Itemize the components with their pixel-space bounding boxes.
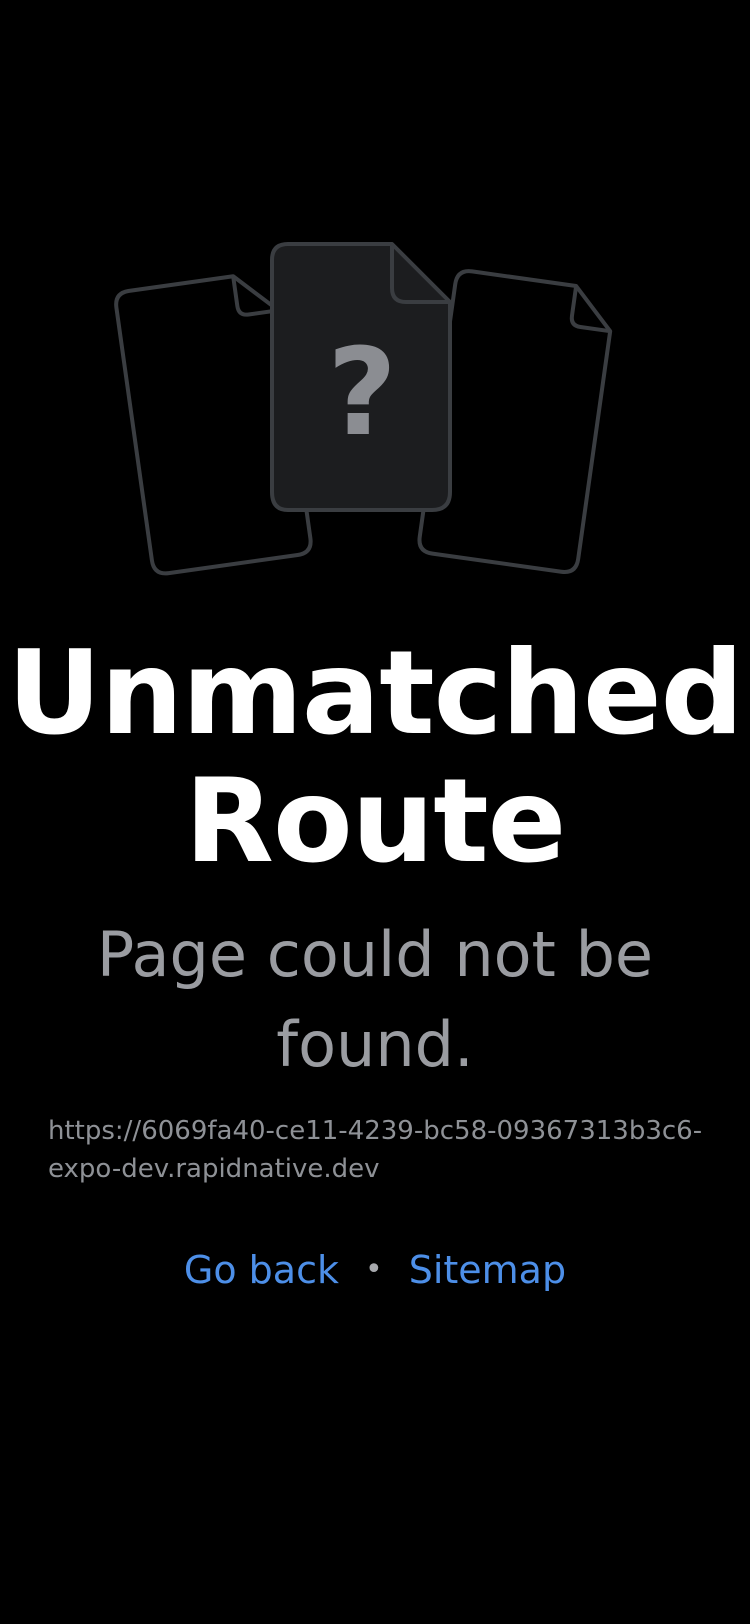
go-back-link[interactable]: Go back — [184, 1244, 339, 1296]
question-mark-glyph: ? — [327, 324, 397, 463]
file-question-icon: ? — [270, 242, 452, 512]
page-subtitle: Page could not be found. — [96, 918, 654, 1081]
sitemap-link[interactable]: Sitemap — [409, 1244, 566, 1296]
unmatched-url: https://6069fa40-ce11-4239-bc58-09367313… — [48, 1116, 703, 1184]
missing-files-illustration: ? — [114, 242, 613, 576]
unmatched-route-screen: ? Unmatched Route Page could not be foun… — [0, 0, 750, 1624]
link-separator: • — [365, 1252, 383, 1287]
navigation-links: Go back • Sitemap — [0, 1244, 750, 1296]
page-title: Unmatched Route — [7, 626, 743, 889]
